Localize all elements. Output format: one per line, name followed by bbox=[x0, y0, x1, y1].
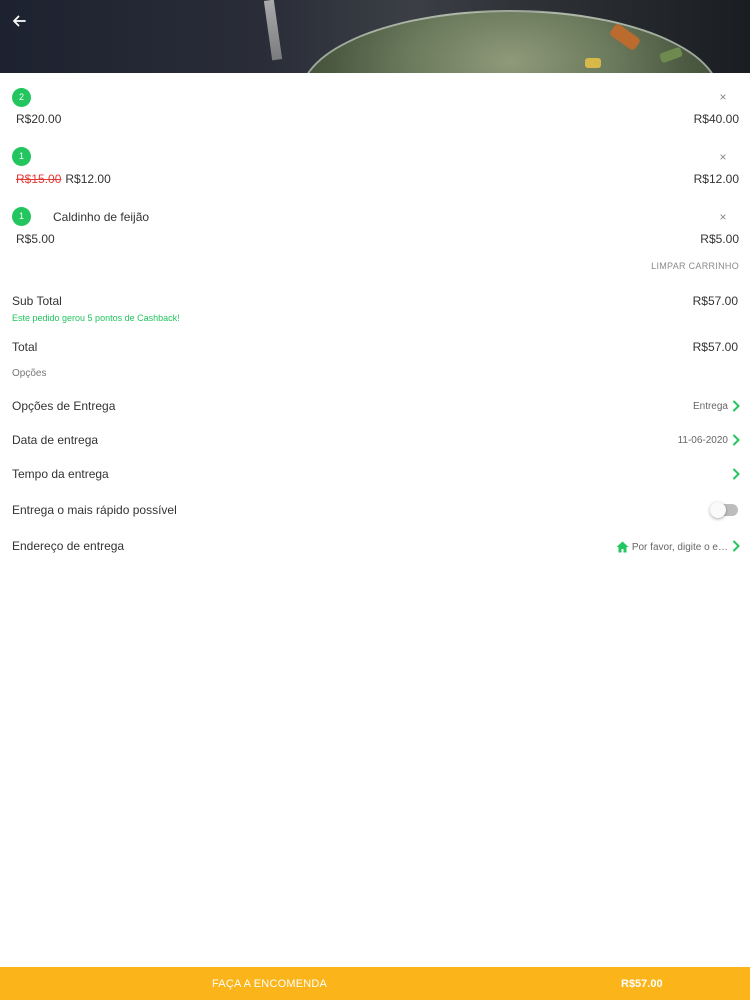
chevron-right-icon bbox=[733, 400, 740, 412]
options-section-label: Opções bbox=[12, 368, 47, 379]
home-icon bbox=[616, 541, 629, 553]
checkout-bar: FAÇA A ENCOMENDA R$57.00 bbox=[0, 967, 750, 1000]
line-total: R$12.00 bbox=[693, 172, 739, 186]
line-total: R$5.00 bbox=[700, 232, 739, 246]
asap-delivery-toggle[interactable] bbox=[710, 502, 738, 518]
banner-garnish bbox=[585, 58, 601, 68]
delivery-options-label: Opções de Entrega bbox=[12, 399, 116, 413]
delivery-time-row[interactable]: Tempo da entrega bbox=[0, 460, 750, 490]
arrow-left-icon bbox=[13, 15, 26, 27]
current-price: R$5.00 bbox=[16, 232, 55, 246]
close-icon: × bbox=[719, 90, 727, 104]
chevron-right-icon bbox=[733, 434, 740, 446]
subtotal-value: R$57.00 bbox=[692, 294, 738, 308]
delivery-address-label: Endereço de entrega bbox=[12, 539, 125, 553]
header-banner bbox=[0, 0, 750, 73]
total-value: R$57.00 bbox=[692, 340, 738, 354]
unit-price: R$20.00 bbox=[12, 112, 61, 126]
close-icon: × bbox=[719, 150, 727, 164]
current-price: R$20.00 bbox=[16, 112, 62, 126]
delivery-options-row[interactable]: Opções de Entrega Entrega bbox=[0, 392, 750, 422]
remove-item-button[interactable]: × bbox=[716, 150, 730, 164]
toggle-knob bbox=[710, 502, 726, 518]
unit-price: R$15.00 R$12.00 bbox=[16, 172, 111, 186]
cashback-message: Este pedido gerou 5 pontos de Cashback! bbox=[12, 313, 180, 323]
delivery-date-value: 11-06-2020 bbox=[677, 435, 728, 446]
back-button[interactable] bbox=[8, 10, 30, 32]
line-total: R$40.00 bbox=[693, 112, 739, 126]
delivery-date-label: Data de entrega bbox=[12, 433, 99, 447]
delivery-address-text: Por favor, digite o e… bbox=[631, 541, 728, 553]
quantity-badge: 2 bbox=[12, 88, 31, 107]
place-order-button[interactable]: FAÇA A ENCOMENDA bbox=[212, 978, 327, 990]
old-price: R$15.00 bbox=[16, 172, 62, 186]
total-row: Total R$57.00 bbox=[12, 340, 738, 354]
asap-delivery-row: Entrega o mais rápido possível bbox=[0, 496, 750, 526]
banner-bowl-image bbox=[300, 10, 720, 73]
delivery-options-value: Entrega bbox=[692, 401, 728, 412]
asap-delivery-label: Entrega o mais rápido possível bbox=[12, 503, 177, 517]
close-icon: × bbox=[719, 210, 727, 224]
delivery-address-value: Por favor, digite o e… bbox=[616, 541, 728, 553]
item-name: Caldinho de feijão bbox=[53, 210, 150, 224]
delivery-time-label: Tempo da entrega bbox=[12, 467, 109, 481]
total-label: Total bbox=[12, 340, 38, 354]
remove-item-button[interactable]: × bbox=[716, 90, 730, 104]
chevron-right-icon bbox=[733, 540, 740, 552]
subtotal-row: Sub Total R$57.00 bbox=[12, 294, 738, 308]
chevron-right-icon bbox=[733, 468, 740, 480]
remove-item-button[interactable]: × bbox=[716, 210, 730, 224]
quantity-badge: 1 bbox=[12, 207, 31, 226]
banner-spoon bbox=[263, 0, 283, 61]
cart-item: 1 Caldinho de feijão × R$5.00 R$5.00 bbox=[0, 207, 750, 257]
delivery-date-row[interactable]: Data de entrega 11-06-2020 bbox=[0, 426, 750, 456]
unit-price: R$5.00 bbox=[12, 232, 55, 246]
clear-cart-button[interactable]: LIMPAR CARRINHO bbox=[651, 261, 739, 271]
quantity-badge: 1 bbox=[12, 147, 31, 166]
cart-item: 2 × R$20.00 R$40.00 bbox=[0, 87, 750, 137]
checkout-total: R$57.00 bbox=[621, 978, 663, 990]
subtotal-label: Sub Total bbox=[12, 294, 62, 308]
current-price: R$12.00 bbox=[65, 172, 111, 186]
cart-item: 1 × R$15.00 R$12.00 R$12.00 bbox=[0, 147, 750, 197]
delivery-address-row[interactable]: Endereço de entrega Por favor, digite o … bbox=[0, 532, 750, 562]
